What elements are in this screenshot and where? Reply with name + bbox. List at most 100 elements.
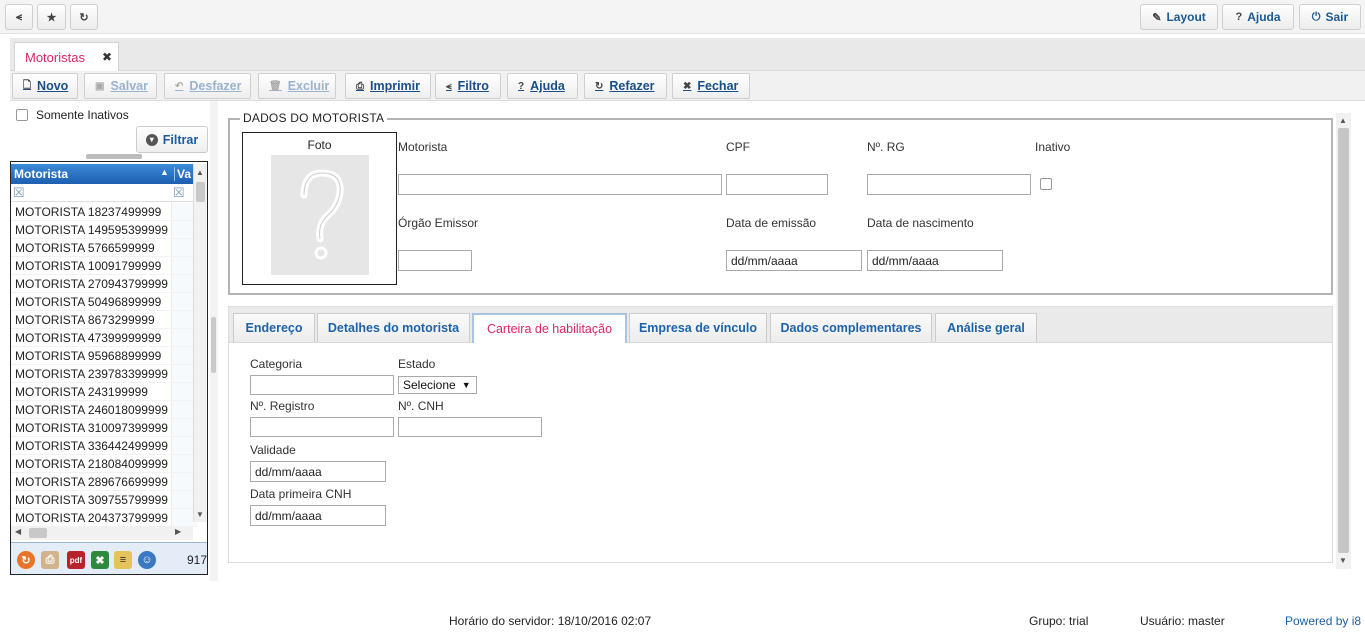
print-button[interactable]: ⎙ Imprimir xyxy=(345,73,431,99)
power-icon: ⏻ xyxy=(1311,10,1321,23)
excel-icon[interactable]: ✖ xyxy=(91,551,109,569)
table-row[interactable]: MOTORISTA 204373799999 xyxy=(11,509,197,527)
inactive-label: Inativo xyxy=(1035,140,1071,154)
table-row[interactable]: MOTORISTA 10091799999 xyxy=(11,257,197,275)
first-cnh-input[interactable]: dd/mm/aaaa xyxy=(250,505,386,526)
table-row[interactable]: MOTORISTA 246018099999 xyxy=(11,401,197,419)
clear-filter-icon[interactable]: ☒ xyxy=(13,185,25,201)
tab-linked-company[interactable]: Empresa de vínculo xyxy=(629,313,767,342)
detail-tabs-panel: Endereço Detalhes do motorista Carteira … xyxy=(228,306,1333,563)
panel-resize-handle[interactable] xyxy=(86,154,142,159)
save-button[interactable]: ▣ Salvar xyxy=(84,73,157,99)
driver-name-input[interactable] xyxy=(398,174,722,195)
apply-filter-label: Filtrar xyxy=(162,132,199,147)
close-tab-icon[interactable]: ✖ xyxy=(102,50,112,64)
validity-input[interactable]: dd/mm/aaaa xyxy=(250,461,386,482)
close-button[interactable]: ✖ Fechar xyxy=(672,73,750,99)
table-row[interactable]: MOTORISTA 218084099999 xyxy=(11,455,197,473)
refresh-button[interactable]: ↻ xyxy=(70,4,98,30)
save-label: Salvar xyxy=(110,79,148,93)
scroll-up-icon[interactable]: ▲ xyxy=(196,168,204,177)
column-header-driver[interactable]: Motorista xyxy=(14,167,68,181)
scroll-thumb[interactable] xyxy=(1338,128,1349,553)
state-select[interactable]: Selecione ▼ xyxy=(398,376,477,394)
splitter-handle[interactable] xyxy=(211,317,216,373)
only-inactive-checkbox[interactable] xyxy=(16,109,28,121)
pencil-icon: ✎ xyxy=(1152,11,1162,24)
tab-drivers-license[interactable]: Carteira de habilitação xyxy=(472,313,627,343)
grid-vertical-scrollbar[interactable]: ▲ ▼ xyxy=(193,164,207,522)
table-row[interactable]: MOTORISTA 270943799999 xyxy=(11,275,197,293)
server-time: Horário do servidor: 18/10/2016 02:07 xyxy=(449,614,652,628)
table-row[interactable]: MOTORISTA 8673299999 xyxy=(11,311,197,329)
issuer-input[interactable] xyxy=(398,250,472,271)
table-row[interactable]: MOTORISTA 336442499999 xyxy=(11,437,197,455)
table-row[interactable]: MOTORISTA 239783399999 xyxy=(11,365,197,383)
inactive-checkbox[interactable] xyxy=(1040,178,1052,190)
scroll-thumb[interactable] xyxy=(196,182,205,202)
favorite-button[interactable]: ★ xyxy=(37,4,66,30)
grid-horizontal-scrollbar[interactable]: ◀ ▶ xyxy=(11,526,193,540)
table-row[interactable]: MOTORISTA 149595399999 xyxy=(11,221,197,239)
only-inactive-filter[interactable]: Somente Inativos xyxy=(16,108,129,122)
document-tab-title: Motoristas xyxy=(25,49,85,65)
table-row[interactable]: MOTORISTA 309755799999 xyxy=(11,491,197,509)
registry-input[interactable] xyxy=(250,417,394,437)
powered-by-link[interactable]: Powered by i8 xyxy=(1285,614,1361,628)
document-tab-motoristas[interactable]: Motoristas ✖ xyxy=(14,42,119,71)
birth-date-label: Data de nascimento xyxy=(867,216,974,230)
sort-icon[interactable]: ▲ xyxy=(160,167,169,177)
panel-splitter[interactable] xyxy=(210,101,218,581)
tab-driver-details[interactable]: Detalhes do motorista xyxy=(317,313,470,342)
toolbar-help-button[interactable]: ? Ajuda xyxy=(507,73,578,99)
table-row[interactable]: MOTORISTA 243199999 xyxy=(11,383,197,401)
main-vertical-scrollbar[interactable]: ▲ ▼ xyxy=(1336,113,1351,569)
layout-button[interactable]: ✎ Layout xyxy=(1140,4,1218,30)
exit-label: Sair xyxy=(1325,10,1349,24)
birth-date-input[interactable]: dd/mm/aaaa xyxy=(867,250,1003,271)
table-row[interactable]: MOTORISTA 50496899999 xyxy=(11,293,197,311)
validity-label: Validade xyxy=(250,443,296,457)
table-row[interactable]: MOTORISTA 310097399999 xyxy=(11,419,197,437)
scroll-left-icon[interactable]: ◀ xyxy=(15,527,21,536)
filter-button[interactable]: ⪪ Filtro xyxy=(435,73,501,99)
question-icon: ? xyxy=(518,80,525,92)
refresh-icon[interactable]: ↻ xyxy=(17,551,35,569)
delete-button[interactable]: 🗑 Excluir xyxy=(258,73,336,99)
photo-box[interactable]: Foto xyxy=(242,132,397,285)
table-row[interactable]: MOTORISTA 95968899999 xyxy=(11,347,197,365)
scroll-thumb[interactable] xyxy=(29,528,47,538)
photo-placeholder-icon xyxy=(271,155,369,275)
scroll-down-icon[interactable]: ▼ xyxy=(196,510,204,519)
user-icon[interactable]: ☺ xyxy=(138,551,156,569)
print-icon[interactable]: ⎙ xyxy=(41,551,59,569)
undo-button[interactable]: ↶ Desfazer xyxy=(164,73,251,99)
table-row[interactable]: MOTORISTA 289676699999 xyxy=(11,473,197,491)
undo-label: Desfazer xyxy=(189,79,242,93)
driver-data-legend: DADOS DO MOTORISTA xyxy=(240,111,388,125)
scroll-down-icon[interactable]: ▼ xyxy=(1339,556,1347,565)
scroll-right-icon[interactable]: ▶ xyxy=(175,527,181,536)
category-input[interactable] xyxy=(250,375,394,395)
tab-additional-data[interactable]: Dados complementares xyxy=(770,313,932,342)
new-button[interactable]: 🗋 Novo xyxy=(12,73,78,99)
apply-filter-button[interactable]: ▾ Filtrar xyxy=(136,126,208,153)
cnh-input[interactable] xyxy=(398,417,542,437)
exit-button[interactable]: ⏻ Sair xyxy=(1299,4,1361,30)
redo-button[interactable]: ↻ Refazer xyxy=(584,73,667,99)
table-row[interactable]: MOTORISTA 5766599999 xyxy=(11,239,197,257)
tab-address[interactable]: Endereço xyxy=(233,313,315,342)
scroll-up-icon[interactable]: ▲ xyxy=(1339,116,1347,125)
clear-filter-icon[interactable]: ☒ xyxy=(173,185,185,201)
rg-input[interactable] xyxy=(867,174,1031,195)
table-row[interactable]: MOTORISTA 18237499999 xyxy=(11,203,197,221)
pdf-icon[interactable]: pdf xyxy=(67,551,85,569)
issue-date-input[interactable]: dd/mm/aaaa xyxy=(726,250,862,271)
help-button[interactable]: ? Ajuda xyxy=(1222,4,1294,30)
pin-button[interactable]: ⪪ xyxy=(5,4,33,30)
cpf-input[interactable] xyxy=(726,174,828,195)
notes-icon[interactable]: ≡ xyxy=(114,551,132,569)
tab-general-analysis[interactable]: Análise geral xyxy=(935,313,1037,342)
trash-icon: 🗑 xyxy=(269,80,282,92)
table-row[interactable]: MOTORISTA 47399999999 xyxy=(11,329,197,347)
